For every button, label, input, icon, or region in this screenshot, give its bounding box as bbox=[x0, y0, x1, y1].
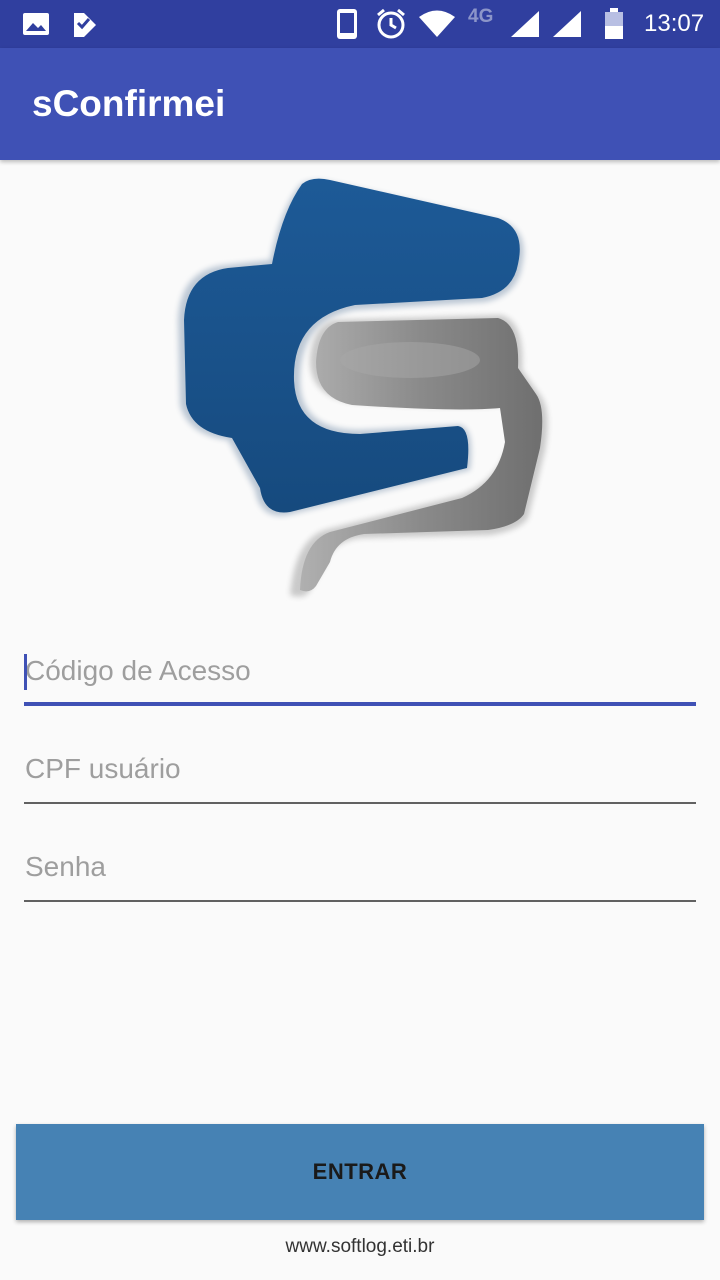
status-bar: 4G 13:07 bbox=[0, 0, 720, 48]
password-field[interactable] bbox=[24, 838, 696, 902]
text-cursor bbox=[24, 654, 27, 690]
app-bar: sConfirmei bbox=[0, 48, 720, 160]
status-time: 13:07 bbox=[644, 10, 705, 37]
access-code-underline bbox=[24, 702, 696, 706]
cpf-underline bbox=[24, 802, 696, 804]
battery-icon bbox=[604, 0, 624, 48]
access-code-field[interactable] bbox=[24, 642, 696, 706]
signal-icon bbox=[510, 0, 540, 48]
phone-vibrate-icon bbox=[336, 0, 358, 48]
login-button[interactable]: ENTRAR bbox=[16, 1124, 704, 1220]
wifi-icon bbox=[418, 0, 456, 48]
softlog-logo bbox=[160, 170, 560, 610]
website-link[interactable]: www.softlog.eti.br bbox=[0, 1236, 720, 1258]
signal-icon bbox=[552, 0, 582, 48]
image-icon bbox=[22, 0, 50, 48]
password-underline bbox=[24, 900, 696, 902]
password-input[interactable] bbox=[24, 838, 696, 896]
app-title: sConfirmei bbox=[32, 83, 226, 124]
alarm-icon bbox=[375, 0, 407, 48]
network-type-label: 4G bbox=[468, 6, 494, 27]
access-code-input[interactable] bbox=[24, 642, 696, 700]
checklist-icon bbox=[72, 0, 98, 48]
cpf-field[interactable] bbox=[24, 740, 696, 804]
cpf-input[interactable] bbox=[24, 740, 696, 798]
